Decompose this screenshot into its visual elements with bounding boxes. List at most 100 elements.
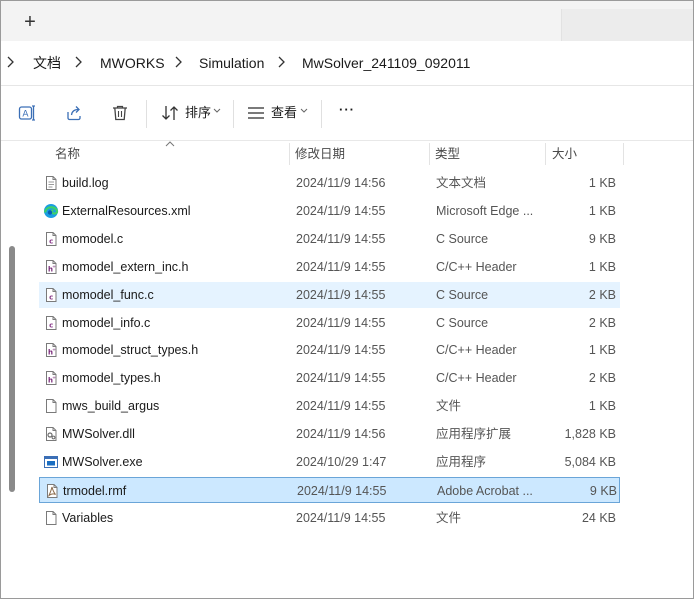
file-row[interactable]: h + momodel_struct_types.h 2024/11/9 14:55 C… [39,337,620,363]
file-date: 2024/11/9 14:55 [296,287,386,302]
svg-text:+: + [52,375,56,381]
text-file-icon [46,176,57,190]
file-type: C Source [436,315,489,330]
file-date: 2024/11/9 14:55 [296,399,386,414]
c-source-icon: c [46,315,57,330]
file-row[interactable]: ExternalResources.xml 2024/11/9 14:55 Micr… [39,198,620,224]
tab-strip: + [1,1,693,41]
file-type: C/C++ Header [436,343,517,358]
file-row[interactable]: mws_build_argus 2024/11/9 14:55 文件 1 KB [39,393,620,419]
column-divider[interactable] [545,143,546,165]
c-source-icon: c [46,287,57,302]
file-name: Variables [62,510,114,525]
breadcrumb-item-simulation[interactable]: Simulation [199,54,264,72]
toolbar-separator [146,100,147,128]
breadcrumb: 文档 MWORKS Simulation MwSolver_241109_092… [1,41,693,86]
chevron-down-icon[interactable] [300,108,308,114]
file-name: momodel_info.c [62,315,151,330]
file-date: 2024/11/9 14:55 [296,231,386,246]
delete-icon[interactable] [110,103,130,123]
breadcrumb-item-documents[interactable]: 文档 [33,54,61,72]
file-date: 2024/11/9 14:56 [296,427,386,442]
file-date: 2024/11/9 14:55 [296,510,386,525]
column-header-size[interactable]: 大小 [552,141,577,167]
svg-text:c: c [49,237,53,245]
file-list: 名称 修改日期 类型 大小 build.log 2024/11/9 14:56 文本… [1,141,693,598]
file-type: 文本文档 [436,176,487,190]
file-type: C/C++ Header [436,259,517,274]
chevron-down-icon[interactable] [213,108,221,114]
svg-text:+: + [52,347,56,353]
file-name: momodel_struct_types.h [62,343,199,358]
file-row[interactable]: MWSolver.exe 2024/10/29 1:47 应用程序 5,084 KB [39,449,620,475]
file-size: 5,084 KB [564,455,616,469]
file-size: 1 KB [588,259,616,274]
file-row[interactable]: c momodel_func.c 2024/11/9 14:55 C Source 2 … [39,281,620,308]
vertical-scrollbar[interactable] [9,246,15,492]
breadcrumb-item-mworks[interactable]: MWORKS [100,54,165,72]
file-size: 9 KB [589,483,617,498]
file-row[interactable]: trmodel.rmf 2024/11/9 14:55 Adobe Acrobat … [39,476,620,503]
sort-ascending-icon [165,141,175,147]
command-bar: A 排序 查看 ··· [1,86,693,141]
column-header-type[interactable]: 类型 [435,141,460,167]
file-row[interactable]: c momodel_info.c 2024/11/9 14:55 C Source 2 … [39,310,620,336]
file-name: MWSolver.dll [62,427,135,442]
c-header-icon: h + [46,371,57,386]
column-divider[interactable] [289,143,290,165]
file-name: build.log [62,176,109,190]
new-tab-button[interactable]: + [19,11,41,33]
svg-text:c: c [49,293,53,301]
column-header-name[interactable]: 名称 [55,141,80,167]
exe-file-icon [44,456,58,468]
file-date: 2024/11/9 14:55 [296,259,386,274]
file-date: 2024/11/9 14:55 [296,343,386,358]
file-row[interactable]: Variables 2024/11/9 14:55 文件 24 KB [39,505,620,531]
view-button[interactable]: 查看 [271,105,297,121]
file-size: 9 KB [588,231,616,246]
file-type: C Source [436,287,489,302]
file-size: 1 KB [588,343,616,358]
chevron-right-icon[interactable] [276,55,286,69]
file-row[interactable]: h + momodel_types.h 2024/11/9 14:55 C/C++ He… [39,365,620,391]
share-icon[interactable] [64,103,84,123]
file-size: 24 KB [581,510,616,525]
file-date: 2024/11/9 14:55 [296,371,386,386]
file-size: 1 KB [588,176,616,190]
column-divider[interactable] [623,143,624,165]
file-name: momodel_func.c [62,287,154,302]
more-options-button[interactable]: ··· [339,102,355,118]
file-date: 2024/10/29 1:47 [296,455,387,469]
file-explorer-window: + 文档 MWORKS Simulation MwSolver_241109_0… [0,0,694,599]
file-size: 1,828 KB [564,427,616,442]
svg-text:c: c [49,321,53,329]
file-size: 2 KB [588,287,616,302]
breadcrumb-item-current-folder[interactable]: MwSolver_241109_092011 [302,54,470,72]
file-type: Microsoft Edge ... [436,203,534,218]
file-name: ExternalResources.xml [62,203,191,218]
acrobat-file-icon [47,483,58,498]
file-name: momodel.c [62,231,124,246]
sort-button[interactable]: 排序 [185,105,211,121]
file-size: 1 KB [588,399,616,414]
edge-icon [43,203,59,218]
file-name: MWSolver.exe [62,455,143,469]
chevron-right-icon[interactable] [5,55,15,69]
file-type: 应用程序 [436,455,487,469]
view-icon[interactable] [246,103,266,123]
sort-icon[interactable] [160,103,180,123]
column-header-date[interactable]: 修改日期 [295,141,345,167]
file-row[interactable]: build.log 2024/11/9 14:56 文本文档 1 KB [39,170,620,196]
file-row[interactable]: MWSolver.dll 2024/11/9 14:56 应用程序扩展 1,828 K… [39,421,620,447]
file-row[interactable]: c momodel.c 2024/11/9 14:55 C Source 9 KB [39,226,620,252]
column-divider[interactable] [429,143,430,165]
file-name: momodel_extern_inc.h [62,259,189,274]
chevron-right-icon[interactable] [73,55,83,69]
file-date: 2024/11/9 14:55 [297,483,387,498]
file-row[interactable]: h + momodel_extern_inc.h 2024/11/9 14:55 C/C… [39,254,620,280]
chevron-right-icon[interactable] [173,55,183,69]
rename-icon[interactable]: A [17,103,37,123]
dll-file-icon [46,427,57,442]
file-name: mws_build_argus [62,399,160,414]
blank-file-icon [46,399,57,414]
